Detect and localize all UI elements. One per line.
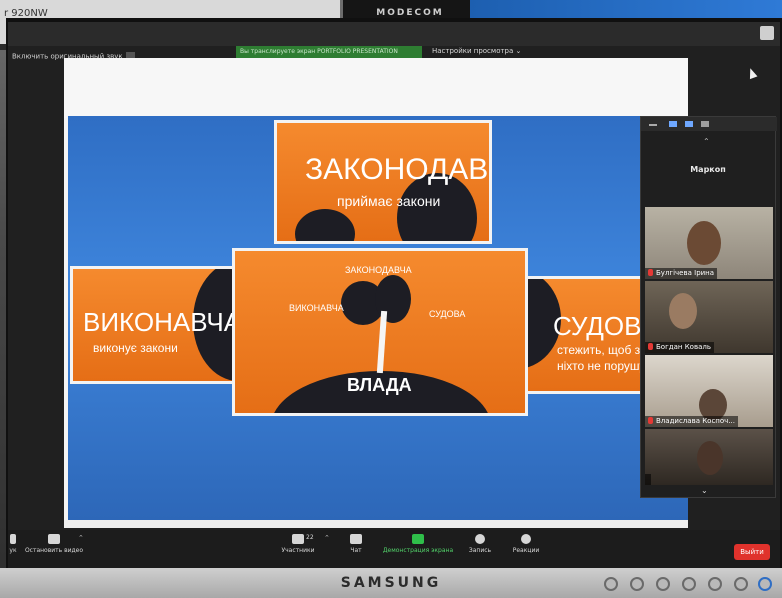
participants-count: 22 (306, 534, 314, 541)
participant-tile[interactable]: Богдан Коваль (645, 281, 773, 353)
participant-name-label: Богдан Коваль (645, 342, 714, 353)
slide-top-margin (64, 58, 688, 118)
video-camera-icon (48, 534, 60, 544)
monitor-hardware-button[interactable] (734, 577, 748, 591)
panel-view-controls[interactable] (641, 117, 777, 131)
participant-tile[interactable]: Булгічева Ірина (645, 207, 773, 279)
slide-bottom-margin (64, 520, 688, 528)
modecom-logo: MODECOM (376, 8, 444, 18)
record-button[interactable]: Запись (464, 534, 496, 554)
monitor-hardware-button[interactable] (656, 577, 670, 591)
sharing-banner-text: Вы транслируете экран PORTFOLIO PRESENTA… (240, 48, 398, 55)
chevron-down-icon: ⌄ (515, 47, 522, 55)
center-label-right: СУДОВА (429, 309, 466, 319)
share-screen-label: Демонстрация экрана (382, 547, 454, 554)
mute-button[interactable]: ук (6, 534, 20, 554)
participant-name-label: Булгічева Ірина (645, 268, 718, 279)
monitor-bottom-bezel: SAMSUNG (0, 568, 782, 598)
card-judicial-subtitle-line1: стежить, щоб зак (557, 343, 653, 357)
share-screen-icon (412, 534, 424, 544)
host-name: Маркоп (690, 165, 726, 174)
background-screen-strip (470, 0, 782, 20)
participants-video-panel[interactable]: ⌃ Маркоп Булгічева Ірина Богдан Коваль В… (640, 116, 777, 498)
reactions-button[interactable]: Реакции (510, 534, 542, 554)
meeting-toolbar: ук Остановить видео ⌃ Участники 22 ⌃ Чат… (8, 530, 780, 568)
strip-view-icon[interactable] (685, 121, 693, 127)
chevron-down-icon[interactable]: ⌄ (701, 486, 708, 495)
chat-label: Чат (350, 547, 362, 554)
center-label-left: ВИКОНАВЧА (289, 303, 344, 313)
center-title: ВЛАДА (347, 375, 412, 395)
participant-tile[interactable]: Владислава Коспоч... (645, 355, 773, 427)
monitor-hardware-button[interactable] (604, 577, 618, 591)
leave-meeting-button[interactable]: Выйти (734, 544, 770, 560)
chat-button[interactable]: Чат (342, 534, 370, 554)
tree-silhouette-decoration (295, 209, 355, 241)
participant-video (687, 221, 721, 265)
monitor-hardware-button[interactable] (708, 577, 722, 591)
reactions-label: Реакции (512, 547, 540, 554)
tree-trunk-decoration (376, 310, 388, 374)
card-legislative-title: ЗАКОНОДАВЧА (305, 153, 489, 186)
sharing-banner[interactable]: Вы транслируете экран PORTFOLIO PRESENTA… (236, 46, 422, 58)
smiley-icon (521, 534, 531, 544)
speaker-view-icon[interactable] (669, 121, 677, 127)
mic-muted-icon (648, 417, 653, 424)
center-label-top: ЗАКОНОДАВЧА (345, 265, 412, 275)
chevron-up-icon[interactable]: ⌃ (78, 534, 84, 542)
mic-muted-icon (648, 269, 653, 276)
gallery-view-icon[interactable] (701, 121, 709, 127)
windows-logo-icon[interactable] (760, 26, 774, 40)
window-top-bar (8, 22, 780, 46)
participant-video (669, 293, 697, 329)
participant-video (697, 441, 723, 475)
card-executive-subtitle: виконує закони (93, 341, 178, 355)
record-icon (475, 534, 485, 544)
stop-video-button[interactable]: Остановить видео (22, 534, 86, 554)
participants-icon (292, 534, 304, 544)
mute-label: ук (9, 547, 17, 554)
card-legislative-subtitle: приймає закони (337, 193, 441, 209)
card-legislative: ЗАКОНОДАВЧА приймає закони (274, 120, 492, 244)
participant-name-label: Владислава Коспоч... (645, 416, 738, 427)
card-center: ЗАКОНОДАВЧА ВИКОНАВЧА СУДОВА ВЛАДА (232, 248, 528, 416)
power-button-icon[interactable] (758, 577, 772, 591)
chevron-up-icon[interactable]: ⌃ (703, 137, 710, 146)
chat-bubble-icon (350, 534, 362, 544)
stop-video-label: Остановить видео (24, 547, 84, 554)
monitor-hardware-button[interactable] (682, 577, 696, 591)
share-screen-button[interactable]: Демонстрация экрана (378, 534, 458, 554)
minimize-icon[interactable] (649, 124, 657, 126)
microphone-icon (10, 534, 16, 544)
participant-name-label (645, 474, 651, 485)
card-executive-title: ВИКОНАВЧА (83, 307, 242, 337)
participant-tile[interactable] (645, 429, 773, 485)
participants-label: Участники (281, 547, 315, 554)
chevron-up-icon[interactable]: ⌃ (324, 534, 330, 542)
record-label: Запись (468, 547, 492, 554)
monitor-hardware-button[interactable] (630, 577, 644, 591)
mic-muted-icon (648, 343, 653, 350)
view-options-button[interactable]: Настройки просмотра ⌄ (432, 47, 521, 55)
view-options-label: Настройки просмотра (432, 47, 514, 55)
shared-slide: ЗАКОНОДАВЧА приймає закони ВИКОНАВЧА вик… (64, 58, 690, 528)
